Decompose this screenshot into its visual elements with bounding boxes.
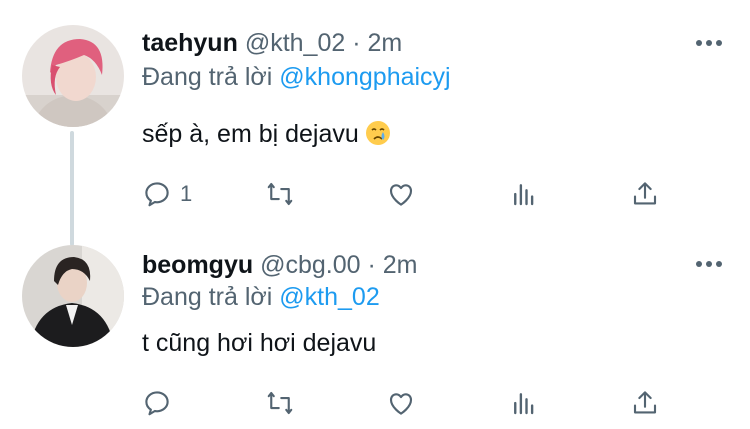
replying-to: Đang trả lời @kth_02: [142, 282, 380, 312]
avatar-image: [22, 25, 124, 127]
retweet-button[interactable]: [265, 383, 295, 423]
like-button[interactable]: [386, 174, 416, 214]
replying-prefix: Đang trả lời: [142, 283, 273, 311]
separator: ·: [367, 251, 376, 279]
views-button[interactable]: [509, 174, 539, 214]
replying-to: Đang trả lời @khongphaicyj: [142, 62, 451, 92]
handle[interactable]: @kth_02: [245, 29, 345, 57]
share-button[interactable]: [630, 383, 660, 423]
handle[interactable]: @cbg.00: [260, 251, 360, 279]
like-icon: [389, 184, 413, 206]
reply-count: 1: [180, 181, 193, 206]
reply-icon: [145, 391, 169, 416]
reply-button[interactable]: [142, 383, 180, 423]
more-options-icon[interactable]: [696, 38, 722, 48]
like-icon: [389, 393, 413, 415]
views-button[interactable]: [509, 383, 539, 423]
views-icon: [514, 393, 534, 415]
mention-link[interactable]: @kth_02: [279, 283, 379, 311]
avatar-image: [22, 245, 124, 347]
reply-icon: [145, 182, 169, 207]
timestamp[interactable]: 2m: [383, 251, 418, 279]
display-name[interactable]: beomgyu: [142, 251, 253, 279]
like-button[interactable]: [386, 383, 416, 423]
share-icon: [633, 182, 657, 205]
tweet-text: t cũng hơi hơi dejavu: [142, 329, 377, 357]
share-button[interactable]: [630, 174, 660, 214]
replying-prefix: Đang trả lời: [142, 63, 273, 91]
tweet-header: taehyun @kth_02 · 2m: [142, 28, 402, 58]
avatar[interactable]: [22, 245, 124, 347]
reply-button[interactable]: 1: [142, 174, 192, 214]
tweet[interactable]: taehyun @kth_02 · 2m Đang trả lời @khong…: [0, 0, 750, 246]
tweet[interactable]: beomgyu @cbg.00 · 2m Đang trả lời @kth_0…: [0, 224, 750, 429]
retweet-icon: [267, 391, 293, 415]
retweet-icon: [267, 182, 293, 206]
timestamp[interactable]: 2m: [368, 29, 403, 57]
mention-link[interactable]: @khongphaicyj: [279, 63, 450, 91]
crying-face-icon: [365, 121, 390, 145]
share-icon: [633, 391, 657, 414]
more-options-icon[interactable]: [696, 259, 722, 269]
avatar[interactable]: [22, 25, 124, 127]
separator: ·: [352, 29, 361, 57]
display-name[interactable]: taehyun: [142, 29, 238, 57]
views-icon: [514, 184, 534, 206]
retweet-button[interactable]: [265, 174, 295, 214]
tweet-text: sếp à, em bị dejavu: [142, 119, 391, 149]
tweet-actions: [0, 383, 750, 423]
tweet-text-content: sếp à, em bị dejavu: [142, 120, 359, 148]
tweet-header: beomgyu @cbg.00 · 2m: [142, 250, 418, 280]
tweet-actions: 1: [0, 174, 750, 214]
